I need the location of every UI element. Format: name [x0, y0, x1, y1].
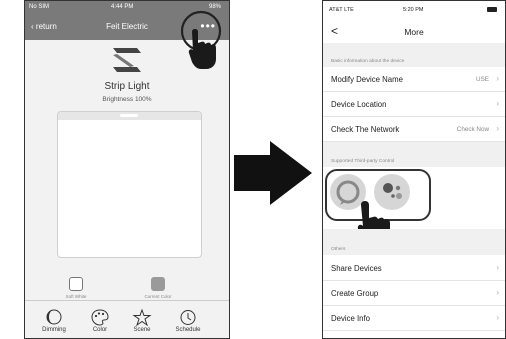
- tap-highlight: [180, 10, 222, 69]
- carrier-label: AT&T LTE: [329, 7, 354, 13]
- light-control-panel[interactable]: [57, 111, 202, 258]
- section-header-third-party: Supported Third-party Control: [323, 142, 505, 167]
- chevron-right-icon: ›: [496, 74, 499, 83]
- tab-schedule-label: Schedule: [175, 327, 201, 333]
- row-label: Share Devices: [331, 264, 382, 273]
- current-color-preset[interactable]: [151, 277, 165, 291]
- status-bar: AT&T LTE 5:20 PM: [323, 7, 505, 17]
- row-modify-device-name[interactable]: Modify Device Name USE ›: [323, 67, 505, 92]
- tab-scene-label: Scene: [133, 327, 151, 333]
- section-third-party-label: Supported Third-party Control: [331, 159, 395, 164]
- panel-handle[interactable]: [58, 112, 201, 120]
- device-name: Strip Light: [104, 81, 150, 92]
- strip-light-icon: [113, 48, 141, 72]
- row-device-info[interactable]: Device Info ›: [323, 306, 505, 331]
- bottom-tab-bar: Dimming Color Scene Schedule: [25, 300, 229, 338]
- carrier-label: No SIM: [29, 4, 50, 10]
- section-header-basic: Basic information about the device: [323, 43, 505, 67]
- chevron-right-icon: ›: [496, 124, 499, 133]
- row-value: USE: [476, 76, 489, 83]
- clock-icon: [180, 310, 196, 325]
- tab-color-label: Color: [92, 327, 108, 333]
- palette-icon: [91, 309, 109, 326]
- section-others-label: Others: [331, 247, 346, 252]
- status-time: 4:44 PM: [111, 4, 134, 10]
- tab-dimming-label: Dimming: [42, 327, 66, 333]
- row-label: Device Info: [331, 314, 371, 323]
- current-color-label: Current Color: [144, 294, 172, 299]
- row-label: Create Group: [331, 289, 379, 298]
- tab-color[interactable]: Color: [81, 309, 119, 333]
- soft-white-label: Soft White: [65, 294, 87, 299]
- section-basic-label: Basic information about the device: [331, 59, 405, 64]
- battery-level: 98%: [208, 4, 221, 10]
- left-phone-screen: No SIM 4:44 PM 98% ‹ return Feit Electri…: [24, 0, 230, 339]
- row-create-group[interactable]: Create Group ›: [323, 281, 505, 306]
- row-label: Check The Network: [331, 125, 400, 134]
- chevron-right-icon: ›: [496, 263, 499, 272]
- battery-icon: [487, 7, 497, 12]
- section-header-others: Others: [323, 229, 505, 255]
- page-title: More: [404, 27, 424, 37]
- right-phone-screen: AT&T LTE 5:20 PM < More Basic informatio…: [322, 0, 506, 339]
- tab-dimming[interactable]: Dimming: [35, 309, 73, 333]
- row-device-location[interactable]: Device Location ›: [323, 92, 505, 117]
- chevron-right-icon: ›: [496, 313, 499, 322]
- moon-icon: [46, 309, 62, 325]
- row-value: Check Now: [456, 126, 489, 133]
- row-check-network[interactable]: Check The Network Check Now ›: [323, 117, 505, 142]
- status-time: 5:20 PM: [403, 7, 424, 13]
- row-share-devices[interactable]: Share Devices ›: [323, 256, 505, 281]
- brightness-label: Brightness 100%: [102, 96, 152, 103]
- right-arrow-icon: [234, 141, 312, 205]
- chevron-right-icon: ›: [496, 99, 499, 108]
- tab-scene[interactable]: Scene: [123, 309, 161, 333]
- third-party-control-list: [323, 167, 505, 235]
- tab-schedule[interactable]: Schedule: [169, 309, 207, 333]
- soft-white-preset[interactable]: [69, 277, 83, 291]
- nav-bar: < More: [323, 21, 505, 43]
- star-icon: [132, 309, 152, 326]
- chevron-right-icon: ›: [496, 288, 499, 297]
- row-label: Modify Device Name: [331, 75, 403, 84]
- row-label: Device Location: [331, 100, 387, 109]
